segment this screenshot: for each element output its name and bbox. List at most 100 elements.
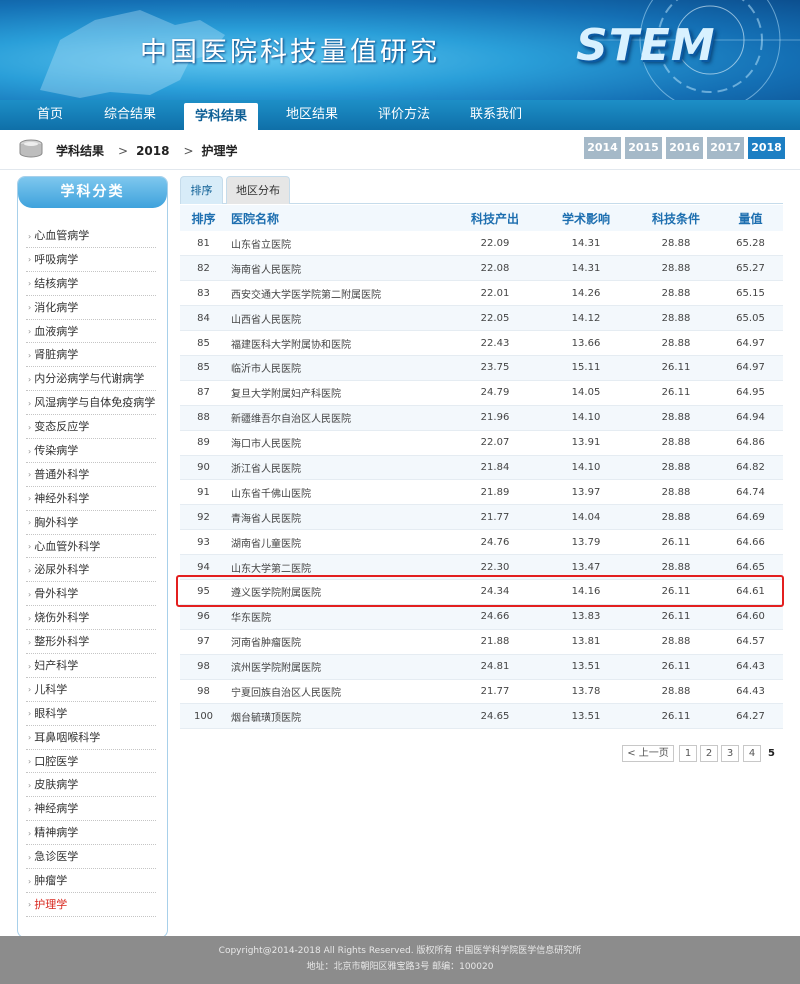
- sidebar-item[interactable]: › 急诊医学: [26, 845, 156, 870]
- cell-tech-output: 24.81: [452, 654, 538, 680]
- tab-region-distribution[interactable]: 地区分布: [226, 176, 290, 204]
- col-hospital-header: 医院名称: [227, 205, 452, 231]
- breadcrumb-subject-results[interactable]: 学科结果: [56, 144, 104, 158]
- sidebar-item[interactable]: › 泌尿外科学: [26, 558, 156, 583]
- nav-overall-results[interactable]: 综合结果: [94, 100, 166, 130]
- sidebar-item[interactable]: › 皮肤病学: [26, 773, 156, 798]
- cell-hospital-name: 山西省人民医院: [227, 305, 452, 332]
- sidebar-item[interactable]: › 呼吸病学: [26, 248, 156, 272]
- table-row: 85 临沂市人民医院 23.75 15.11 26.11 64.97: [180, 355, 783, 381]
- sidebar-item[interactable]: › 烧伤外科学: [26, 606, 156, 631]
- cell-rank: 92: [180, 504, 227, 531]
- cell-hospital-name: 临沂市人民医院: [227, 355, 452, 381]
- nav-home[interactable]: 首页: [20, 100, 80, 130]
- sidebar-item[interactable]: › 内分泌病学与代谢病学: [26, 367, 156, 392]
- breadcrumb-current: 护理学: [201, 144, 238, 158]
- cell-hospital-name: 青海省人民医院: [227, 504, 452, 531]
- bullet-icon: ›: [28, 828, 32, 838]
- tab-ranking[interactable]: 排序: [180, 176, 223, 204]
- pagination-page-4[interactable]: 4: [743, 745, 761, 762]
- sidebar-item[interactable]: › 胸外科学: [26, 511, 156, 535]
- cell-academic-impact: 14.31: [538, 255, 634, 282]
- table-row: 82 海南省人民医院 22.08 14.31 28.88 65.27: [180, 255, 783, 282]
- cell-tech-output: 22.09: [452, 231, 538, 257]
- sidebar-item-label: 血液病学: [34, 324, 79, 338]
- cell-value: 64.94: [718, 405, 783, 431]
- cell-tech-condition: 26.11: [634, 355, 718, 381]
- nav-region-results[interactable]: 地区结果: [276, 100, 348, 130]
- sidebar-item[interactable]: › 结核病学: [26, 272, 156, 296]
- cell-value: 65.05: [718, 305, 783, 332]
- bullet-icon: ›: [28, 685, 32, 695]
- subject-list: › 心血管病学 › 呼吸病学 › 结核病学 › 消化病学 › 血液病学 › 肾脏病学 › 内分泌病学与代谢…: [26, 224, 156, 917]
- bullet-icon: ›: [28, 661, 32, 671]
- year-button-2016[interactable]: 2016: [666, 137, 703, 159]
- cell-rank: 100: [180, 703, 227, 730]
- sidebar-item[interactable]: › 妇产科学: [26, 654, 156, 678]
- year-button-2017[interactable]: 2017: [707, 137, 744, 159]
- sidebar-item[interactable]: › 消化病学: [26, 296, 156, 320]
- stem-logo[interactable]: STEM: [576, 20, 716, 71]
- sidebar-item[interactable]: › 普通外科学: [26, 463, 156, 487]
- sidebar-item[interactable]: › 肾脏病学: [26, 343, 156, 368]
- table-row: 98 滨州医学院附属医院 24.81 13.51 26.11 64.43: [180, 654, 783, 680]
- year-button-2014[interactable]: 2014: [584, 137, 621, 159]
- bullet-icon: ›: [28, 780, 32, 790]
- cell-rank: 85: [180, 355, 227, 381]
- cell-value: 65.28: [718, 231, 783, 257]
- sidebar-item[interactable]: › 精神病学: [26, 821, 156, 846]
- cell-tech-output: 24.76: [452, 529, 538, 556]
- sidebar-item[interactable]: › 风湿病学与自体免疫病学: [26, 391, 156, 416]
- bullet-icon: ›: [28, 852, 32, 862]
- pagination-page-1[interactable]: 1: [679, 745, 697, 762]
- cell-tech-output: 22.07: [452, 430, 538, 456]
- cell-tech-output: 21.84: [452, 455, 538, 481]
- nav-methodology[interactable]: 评价方法: [368, 100, 440, 130]
- cell-hospital-name: 复旦大学附属妇产科医院: [227, 380, 452, 406]
- pagination-prev-button[interactable]: < 上一页: [622, 745, 674, 762]
- sidebar-item[interactable]: › 血液病学: [26, 320, 156, 344]
- cell-tech-output: 21.96: [452, 405, 538, 431]
- sidebar-item-label: 神经病学: [34, 802, 79, 816]
- sidebar-item[interactable]: › 神经外科学: [26, 487, 156, 511]
- sidebar-item[interactable]: › 护理学: [26, 893, 156, 917]
- sidebar-item[interactable]: › 骨外科学: [26, 582, 156, 607]
- database-icon: [19, 139, 43, 158]
- cell-tech-condition: 28.88: [634, 405, 718, 431]
- col-value-header: 量值: [718, 205, 783, 231]
- sidebar-item[interactable]: › 神经病学: [26, 797, 156, 822]
- footer-copyright: Copyright@2014-2018 All Rights Reserved.…: [218, 946, 582, 956]
- bullet-icon: ›: [28, 494, 32, 504]
- table-row: 87 复旦大学附属妇产科医院 24.79 14.05 26.11 64.95: [180, 380, 783, 406]
- col-impact-header: 学术影响: [538, 205, 634, 231]
- nav-subject-results[interactable]: 学科结果: [184, 103, 258, 130]
- sidebar-item[interactable]: › 心血管病学: [26, 224, 156, 248]
- year-button-2015[interactable]: 2015: [625, 137, 662, 159]
- sidebar-item[interactable]: › 眼科学: [26, 702, 156, 726]
- cell-value: 64.66: [718, 529, 783, 556]
- cell-rank: 87: [180, 380, 227, 406]
- year-button-2018[interactable]: 2018: [748, 137, 785, 159]
- bullet-icon: ›: [28, 518, 32, 528]
- bullet-icon: ›: [28, 542, 32, 552]
- sidebar-item[interactable]: › 儿科学: [26, 678, 156, 702]
- cell-tech-output: 21.89: [452, 479, 538, 506]
- cell-value: 64.82: [718, 455, 783, 481]
- cell-tech-condition: 26.11: [634, 529, 718, 556]
- cell-rank: 85: [180, 330, 227, 356]
- pagination-page-2[interactable]: 2: [700, 745, 718, 762]
- sidebar-item[interactable]: › 整形外科学: [26, 630, 156, 655]
- sidebar-item[interactable]: › 心血管外科学: [26, 535, 156, 559]
- table-row: 88 新疆维吾尔自治区人民医院 21.96 14.10 28.88 64.94: [180, 405, 783, 431]
- footer-address: 地址：北京市朝阳区雅宝路3号 邮编：100020: [306, 962, 494, 972]
- sidebar-item-label: 变态反应学: [34, 420, 90, 434]
- sidebar-item[interactable]: › 耳鼻咽喉科学: [26, 726, 156, 750]
- sidebar-item[interactable]: › 传染病学: [26, 439, 156, 463]
- sidebar-item[interactable]: › 口腔医学: [26, 750, 156, 774]
- breadcrumb-year[interactable]: 2018: [136, 144, 169, 158]
- sidebar-item[interactable]: › 变态反应学: [26, 415, 156, 440]
- pagination-page-3[interactable]: 3: [721, 745, 739, 762]
- nav-contact[interactable]: 联系我们: [460, 100, 532, 130]
- table-row: 96 华东医院 24.66 13.83 26.11 64.60: [180, 604, 783, 630]
- sidebar-item[interactable]: › 肿瘤学: [26, 869, 156, 893]
